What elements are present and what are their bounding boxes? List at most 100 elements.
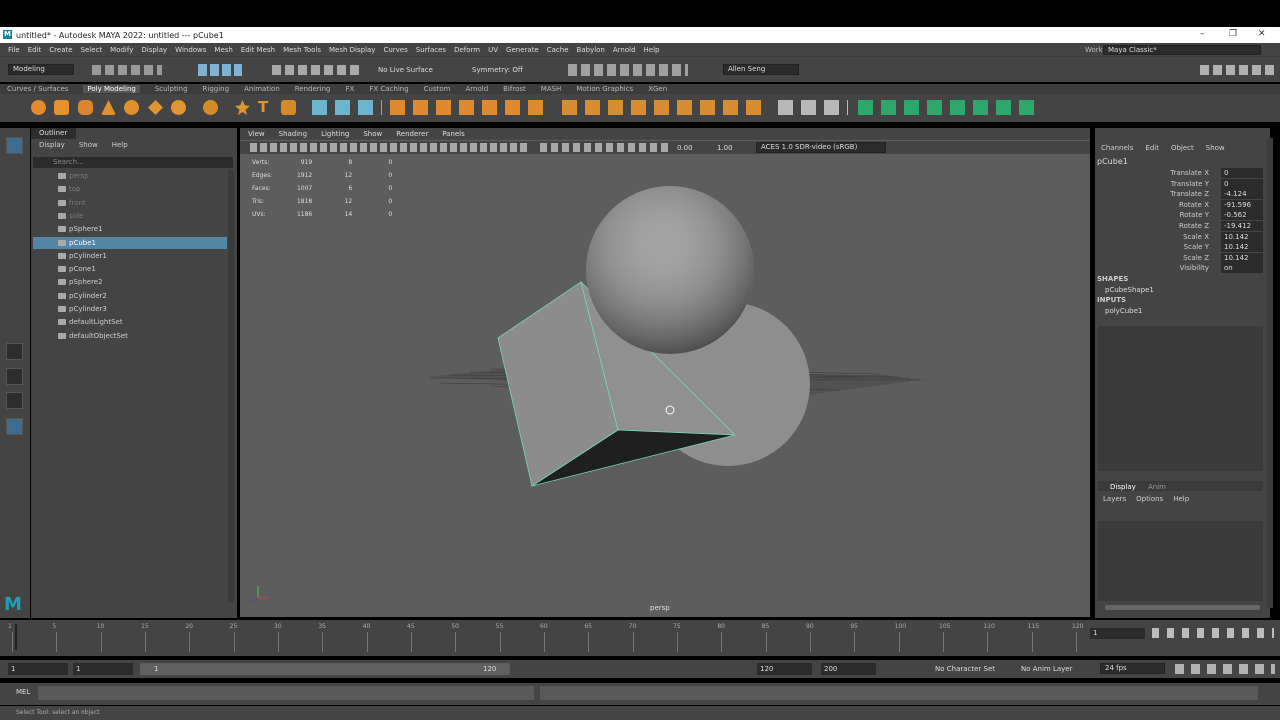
playback-start-field[interactable]: 1 — [73, 663, 133, 675]
four-pane-icon[interactable] — [6, 368, 23, 385]
menu-help[interactable]: Help — [644, 46, 660, 54]
type-tool-icon[interactable]: T — [258, 100, 273, 115]
rotate-tool-icon[interactable] — [6, 234, 23, 251]
poly-cone-icon[interactable] — [101, 100, 116, 115]
channel-translate-x[interactable]: Translate X 0 — [1095, 168, 1265, 178]
symmetry-field[interactable]: Symmetry: Off — [472, 66, 523, 74]
menu-uv[interactable]: UV — [488, 46, 498, 54]
display-tool-icons[interactable] — [540, 143, 670, 152]
outliner-layout-icon[interactable] — [6, 418, 23, 435]
playback-controls[interactable] — [1152, 628, 1274, 638]
last-tool-icon[interactable] — [6, 308, 23, 325]
poly-cylinder-icon[interactable] — [78, 100, 93, 115]
channel-scale-x[interactable]: Scale X 10.142 — [1095, 231, 1265, 242]
channel-value[interactable]: 0 — [1221, 178, 1263, 189]
menu-deform[interactable]: Deform — [454, 46, 480, 54]
scale-tool-icon[interactable] — [6, 258, 23, 275]
platonic-solid-icon[interactable] — [203, 100, 218, 115]
channel-value[interactable]: 10.142 — [1221, 231, 1263, 242]
poly-cube-icon[interactable] — [54, 100, 69, 115]
render-icons[interactable] — [568, 64, 688, 76]
live-surface-field[interactable]: No Live Surface — [378, 66, 433, 74]
channel-scale-y[interactable]: Scale Y 10.142 — [1095, 242, 1265, 253]
two-pane-icon[interactable] — [6, 392, 23, 409]
current-frame-field[interactable]: 1 — [1090, 628, 1145, 639]
viewport-menu-panels[interactable]: Panels — [442, 130, 465, 138]
exposure-field[interactable]: 0.00 — [677, 144, 693, 152]
shelf-tab-animation[interactable]: Animation — [244, 85, 280, 93]
outliner-item-persp[interactable]: persp — [33, 170, 227, 182]
input-node[interactable]: polyCube1 — [1105, 307, 1142, 315]
end-frame-field[interactable]: 200 — [821, 663, 876, 675]
poly-torus-icon[interactable] — [124, 100, 139, 115]
shelf-tab-fx-caching[interactable]: FX Caching — [369, 85, 408, 93]
viewport-menu-view[interactable]: View — [248, 130, 265, 138]
shelf-tab-curves-surfaces[interactable]: Curves / Surfaces — [7, 85, 68, 93]
menu-generate[interactable]: Generate — [506, 46, 539, 54]
outliner-item-defaultlightset[interactable]: defaultLightSet — [33, 316, 227, 328]
menu-create[interactable]: Create — [49, 46, 72, 54]
start-frame-field[interactable]: 1 — [8, 663, 68, 675]
outliner-scrollbar[interactable] — [228, 170, 234, 602]
poly-plane-icon[interactable] — [148, 100, 163, 115]
layer-scrollbar[interactable] — [1105, 605, 1260, 610]
menu-modify[interactable]: Modify — [110, 46, 133, 54]
channel-value[interactable]: -91.596 — [1221, 199, 1263, 210]
outliner-menu-help[interactable]: Help — [112, 141, 128, 149]
paint-select-icon[interactable] — [6, 186, 23, 203]
outliner-item-psphere2[interactable]: pSphere2 — [33, 276, 227, 288]
combine-separate-icons[interactable] — [312, 100, 382, 115]
menu-cache[interactable]: Cache — [547, 46, 569, 54]
shelf-tab-rigging[interactable]: Rigging — [203, 85, 230, 93]
menu-mesh-display[interactable]: Mesh Display — [329, 46, 375, 54]
tab-anim[interactable]: Anim — [1148, 483, 1166, 491]
outliner-item-top[interactable]: top — [33, 183, 227, 195]
channel-value[interactable]: -4.124 — [1221, 189, 1263, 200]
panel-tool-icons[interactable] — [250, 143, 530, 152]
uv-tool-icons[interactable] — [858, 100, 1040, 115]
viewport-menu-shading[interactable]: Shading — [279, 130, 307, 138]
close-button[interactable]: ✕ — [1258, 29, 1266, 39]
menu-surfaces[interactable]: Surfaces — [416, 46, 446, 54]
shelf-tab-bifrost[interactable]: Bifrost — [503, 85, 526, 93]
channel-translate-z[interactable]: Translate Z -4.124 — [1095, 189, 1265, 200]
outliner-menu-show[interactable]: Show — [79, 141, 98, 149]
shelf-tab-arnold[interactable]: Arnold — [466, 85, 489, 93]
shelf-tab-mash[interactable]: MASH — [541, 85, 562, 93]
mel-label[interactable]: MEL — [16, 688, 30, 696]
outliner-search[interactable]: Search... — [33, 157, 233, 168]
outliner-item-defaultobjectset[interactable]: defaultObjectSet — [33, 330, 227, 342]
channel-value[interactable]: on — [1221, 263, 1263, 274]
range-icons[interactable] — [1175, 664, 1275, 674]
select-tool-icon[interactable] — [6, 137, 23, 154]
channel-translate-y[interactable]: Translate Y 0 — [1095, 178, 1265, 189]
channel-value[interactable]: -19.412 — [1221, 221, 1263, 231]
file-icons[interactable] — [92, 65, 162, 75]
outliner-item-pcylinder3[interactable]: pCylinder3 — [33, 303, 227, 315]
user-dropdown[interactable]: Allen Seng — [723, 64, 799, 75]
outliner-item-pcone1[interactable]: pCone1 — [33, 263, 227, 275]
fps-dropdown[interactable]: 24 fps — [1100, 663, 1165, 674]
current-time-marker[interactable] — [15, 624, 17, 650]
side-tabs[interactable] — [1267, 138, 1273, 608]
minimize-button[interactable]: – — [1200, 29, 1205, 39]
snap-icons[interactable] — [272, 65, 362, 75]
character-set-dropdown[interactable]: No Character Set — [935, 665, 995, 673]
outliner-item-pcube1[interactable]: pCube1 — [33, 236, 227, 249]
outliner-item-pcylinder2[interactable]: pCylinder2 — [33, 290, 227, 302]
outliner-item-pcylinder1[interactable]: pCylinder1 — [33, 250, 227, 262]
shelf-tab-sculpting[interactable]: Sculpting — [155, 85, 188, 93]
channelbox-menu-show[interactable]: Show — [1206, 144, 1225, 152]
shelf-tab-poly-modeling[interactable]: Poly Modeling — [83, 85, 140, 93]
channelbox-menu-channels[interactable]: Channels — [1101, 144, 1133, 152]
channelbox-menu-edit[interactable]: Edit — [1145, 144, 1159, 152]
layer-menu-help[interactable]: Help — [1173, 495, 1189, 503]
gamma-field[interactable]: 1.00 — [717, 144, 733, 152]
layer-menu-layers[interactable]: Layers — [1103, 495, 1126, 503]
menu-arnold[interactable]: Arnold — [613, 46, 636, 54]
outliner-item-psphere1[interactable]: pSphere1 — [33, 223, 227, 235]
channel-value[interactable]: -0.562 — [1221, 210, 1263, 221]
workspace-dropdown[interactable]: Maya Classic* — [1103, 45, 1261, 55]
outliner-item-front[interactable]: front — [33, 197, 227, 209]
menu-mesh[interactable]: Mesh — [214, 46, 232, 54]
